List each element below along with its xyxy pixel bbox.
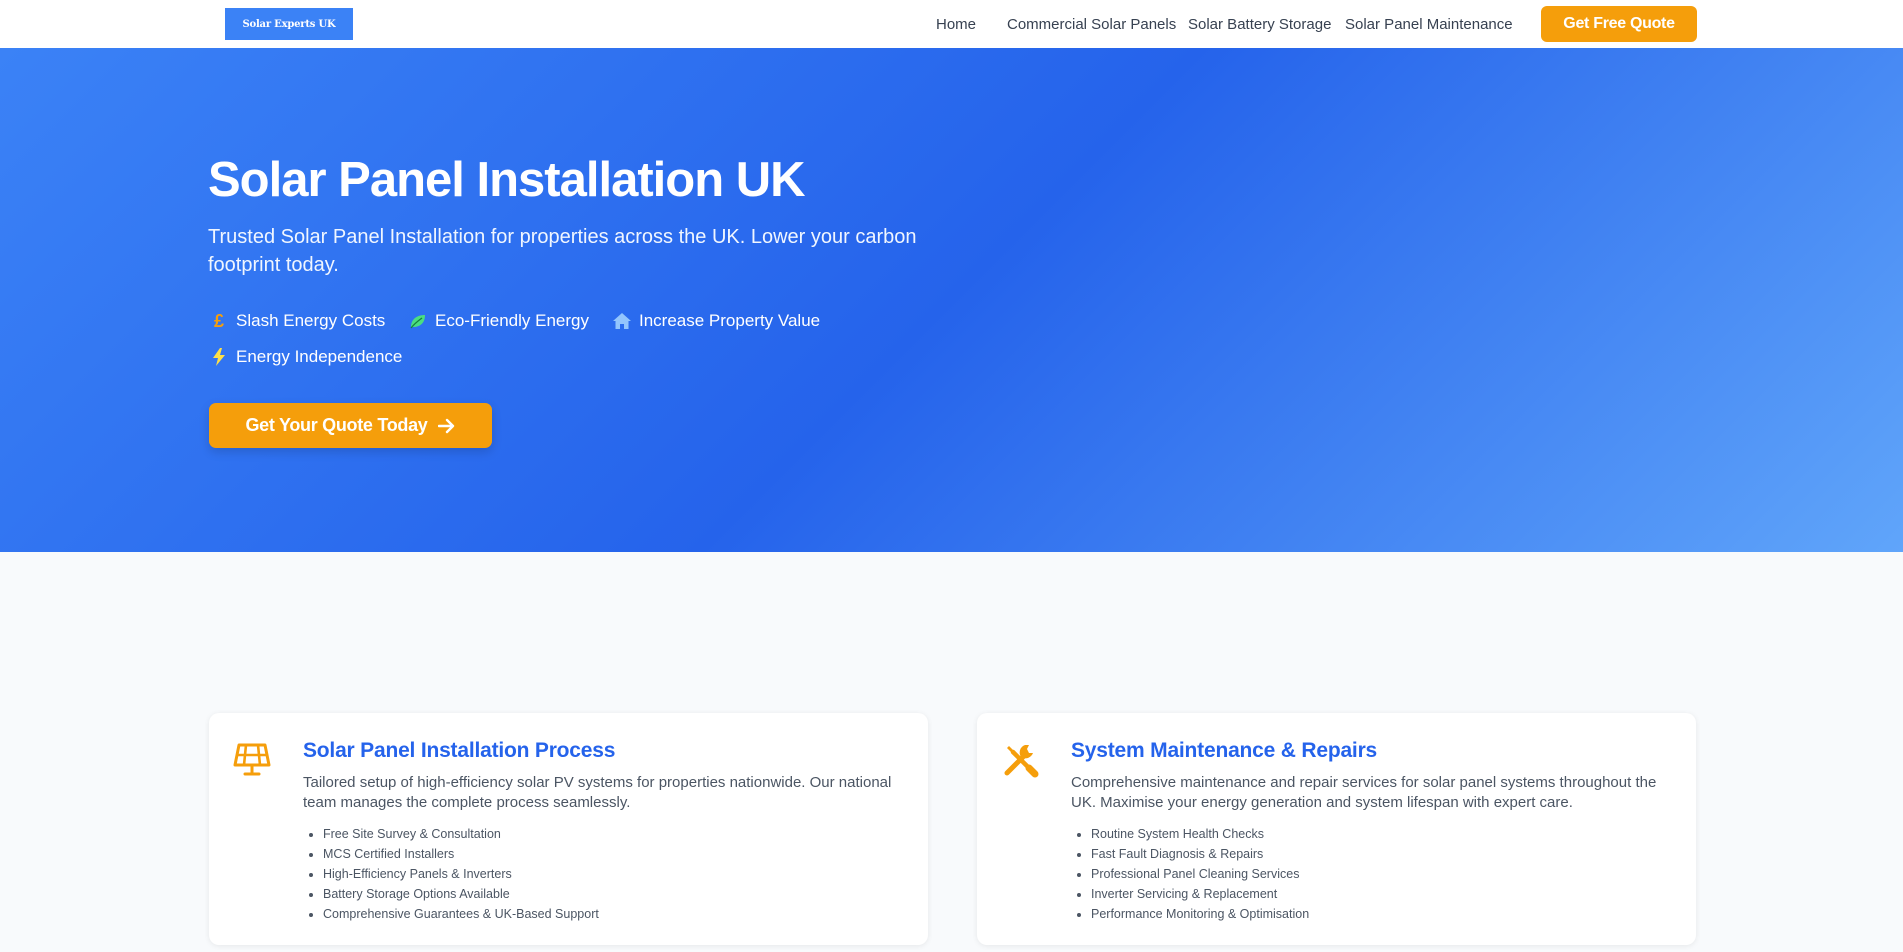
list-item: Comprehensive Guarantees & UK-Based Supp… (323, 904, 599, 924)
list-item: Fast Fault Diagnosis & Repairs (1091, 844, 1309, 864)
nav-link-solar-battery-storage[interactable]: Solar Battery Storage (1188, 16, 1331, 33)
logo[interactable]: Solar Experts UK (225, 8, 353, 40)
nav-item-solar-battery-storage[interactable]: Solar Battery Storage (1188, 0, 1331, 48)
list-item: Free Site Survey & Consultation (323, 824, 599, 844)
feature-slash-energy-costs: £ Slash Energy Costs (208, 310, 385, 332)
card-title: Solar Panel Installation Process (303, 739, 616, 762)
feature-label: Slash Energy Costs (236, 311, 386, 330)
card-feature-list: Routine System Health Checks Fast Fault … (1091, 824, 1309, 924)
list-item: MCS Certified Installers (323, 844, 599, 864)
list-item: Battery Storage Options Available (323, 884, 599, 904)
feature-energy-independence: Energy Independence (208, 346, 402, 368)
service-card-installation: Solar Panel Installation Process Tailore… (209, 713, 928, 945)
hero-subtitle: Trusted Solar Panel Installation for pro… (208, 226, 917, 276)
feature-label: Energy Independence (236, 347, 403, 366)
feature-increase-property-value: Increase Property Value (611, 310, 820, 332)
nav-link-solar-panel-maintenance[interactable]: Solar Panel Maintenance (1345, 16, 1513, 33)
list-item: High-Efficiency Panels & Inverters (323, 864, 599, 884)
hero-section: Solar Panel Installation UK Trusted Sola… (0, 48, 1903, 552)
list-item: Performance Monitoring & Optimisation (1091, 904, 1309, 924)
feature-label: Increase Property Value (639, 311, 821, 330)
feature-eco-friendly-energy: Eco-Friendly Energy (407, 310, 589, 332)
arrow-right-icon (437, 418, 454, 433)
get-free-quote-button[interactable]: Get Free Quote (1541, 6, 1697, 42)
pound-icon: £ (213, 310, 224, 331)
hero-cta-label: Get Your Quote Today (245, 415, 428, 435)
card-description: Comprehensive maintenance and repair ser… (1071, 774, 1657, 811)
card-feature-list: Free Site Survey & Consultation MCS Cert… (323, 824, 599, 924)
get-your-quote-today-button[interactable]: Get Your Quote Today (209, 403, 492, 448)
card-description: Tailored setup of high-efficiency solar … (303, 774, 892, 811)
nav-item-home[interactable]: Home (936, 0, 976, 48)
home-icon (611, 310, 633, 332)
nav-link-home[interactable]: Home (936, 16, 976, 33)
card-title: System Maintenance & Repairs (1071, 739, 1378, 762)
nav-item-solar-panel-maintenance[interactable]: Solar Panel Maintenance (1345, 0, 1513, 48)
feature-label: Eco-Friendly Energy (435, 311, 590, 330)
hero-title: Solar Panel Installation UK (208, 153, 806, 207)
list-item: Inverter Servicing & Replacement (1091, 884, 1309, 904)
list-item: Professional Panel Cleaning Services (1091, 864, 1309, 884)
site-header: Solar Experts UK Home Commercial Solar P… (0, 0, 1903, 48)
bolt-icon (208, 346, 230, 368)
tools-icon (1001, 741, 1039, 779)
nav-item-commercial-solar-panels[interactable]: Commercial Solar Panels (1007, 0, 1176, 48)
nav-link-commercial-solar-panels[interactable]: Commercial Solar Panels (1007, 16, 1176, 33)
leaf-icon (407, 310, 429, 332)
solar-panel-icon (233, 741, 271, 779)
service-card-maintenance: System Maintenance & Repairs Comprehensi… (977, 713, 1696, 945)
list-item: Routine System Health Checks (1091, 824, 1309, 844)
